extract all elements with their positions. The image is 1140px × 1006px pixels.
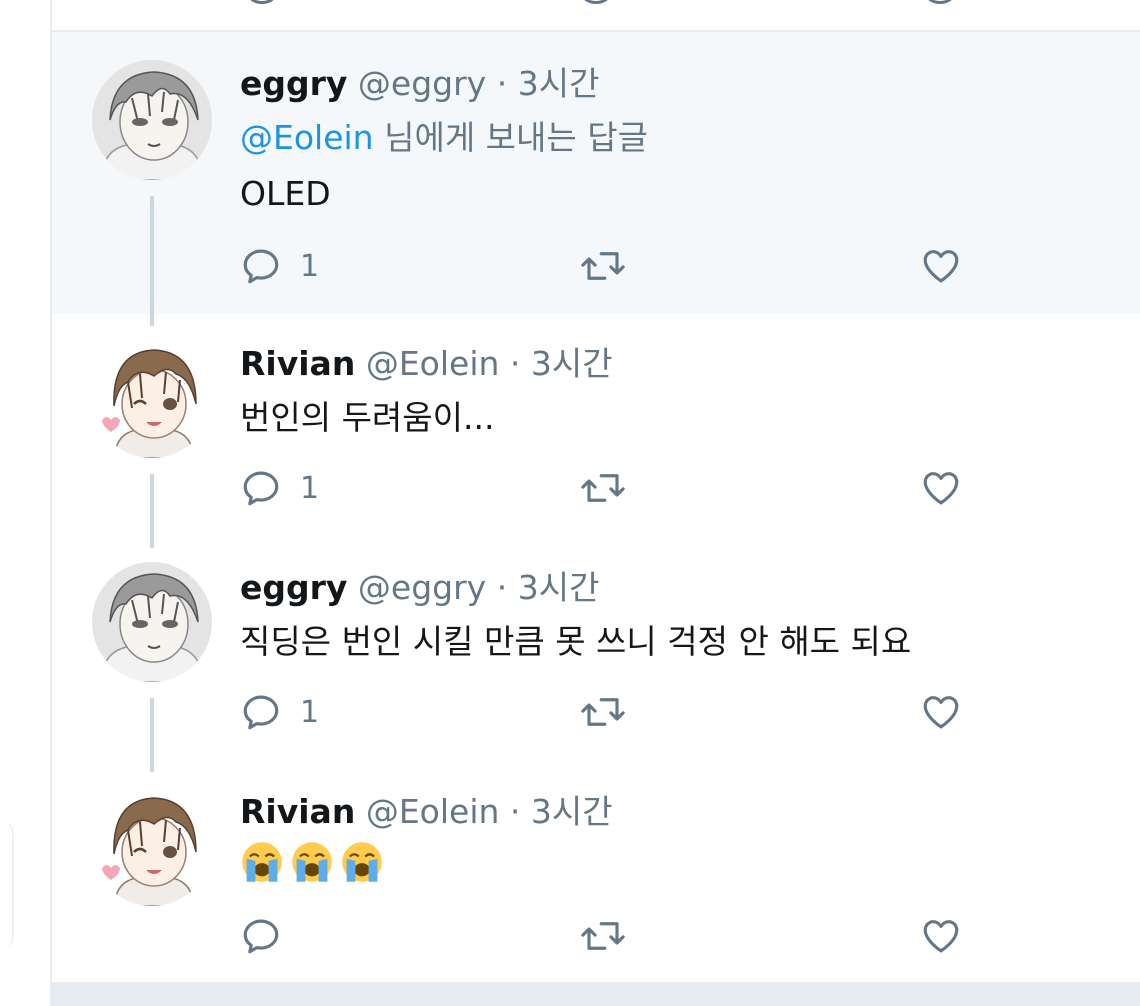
display-name[interactable]: eggry [240,568,347,607]
tweet-header: Rivian @Eolein · 3시간 [240,344,613,384]
tweet-text: OLED [240,174,331,213]
thread-line [150,474,154,548]
reply-count: 1 [300,248,320,284]
display-name[interactable]: Rivian [240,344,355,383]
reply-count: 1 [300,470,320,506]
reply-to-label: 님에게 보내는 답글 [373,118,648,157]
tweet-1[interactable]: eggry @eggry · 3시간 @Eolein 님에게 보내는 답글 OL… [52,32,1140,324]
separator-dot: · [496,64,508,103]
separator-dot: · [509,792,521,831]
left-panel-edge [0,820,14,950]
like-button[interactable] [920,912,962,960]
brown-haired-character-avatar [92,786,212,906]
display-name[interactable]: eggry [240,64,347,103]
heart-icon [923,250,959,283]
timeline-bottom-divider [52,982,1140,1006]
retweet-icon [581,922,625,950]
user-handle[interactable]: @eggry [358,568,486,607]
grey-haired-character-avatar [92,562,212,682]
retweet-button[interactable] [580,688,626,736]
previous-tweet-actions-partial [52,0,1140,32]
reply-button[interactable] [240,912,300,960]
timestamp[interactable]: 3시간 [518,64,600,103]
display-name[interactable]: Rivian [240,792,355,831]
grey-haired-character-avatar [92,60,212,180]
timestamp[interactable]: 3시간 [531,344,613,383]
user-handle[interactable]: @eggry [358,64,486,103]
retweet-icon [581,252,625,280]
retweet-icon [581,698,625,726]
tweet-2[interactable]: Rivian @Eolein · 3시간 번인의 두려움이... 1 [52,314,1140,548]
reply-icon [243,249,279,284]
tweet-3[interactable]: eggry @eggry · 3시간 직딩은 번인 시킬 만큼 못 쓰니 걱정 … [52,538,1140,772]
retweet-button[interactable] [580,464,626,512]
heart-icon-partial [926,0,954,4]
heart-icon [923,920,959,953]
brown-haired-character-avatar [92,338,212,458]
thread-line [150,196,154,324]
user-handle[interactable]: @Eolein [366,344,500,383]
timeline-column: eggry @eggry · 3시간 @Eolein 님에게 보내는 답글 OL… [50,0,1140,1006]
like-button[interactable] [920,242,962,290]
reply-icon-partial [248,0,276,4]
reply-count: 1 [300,694,320,730]
reply-context: @Eolein 님에게 보내는 답글 [240,118,648,158]
user-handle[interactable]: @Eolein [366,792,500,831]
tweet-actions: 1 [240,242,1000,290]
timestamp[interactable]: 3시간 [518,568,600,607]
tweet-actions: 1 [240,464,1000,512]
retweet-button[interactable] [580,912,626,960]
heart-icon [923,696,959,729]
mention-link[interactable]: @Eolein [240,118,374,157]
left-gutter [0,0,50,1006]
loudly-crying-face-icon [292,842,332,882]
tweet-text: 번인의 두려움이... [240,398,495,437]
tweet-text [240,840,390,884]
tweet-header: eggry @eggry · 3시간 [240,568,599,608]
reply-button[interactable]: 1 [240,688,319,736]
retweet-icon-partial [582,0,610,4]
tweet-actions [240,912,1000,960]
tweet-header: eggry @eggry · 3시간 [240,64,599,104]
avatar[interactable] [92,786,212,906]
tweet-4[interactable]: Rivian @Eolein · 3시간 [52,762,1140,982]
retweet-icon [581,474,625,502]
retweet-button[interactable] [580,242,626,290]
timestamp[interactable]: 3시간 [531,792,613,831]
reply-icon [243,695,279,730]
like-button[interactable] [920,464,962,512]
thread-line [150,762,154,772]
reply-button[interactable]: 1 [240,242,319,290]
tweet-header: Rivian @Eolein · 3시간 [240,792,613,832]
loudly-crying-face-icon [242,842,282,882]
reply-button[interactable]: 1 [240,464,319,512]
reply-icon [243,471,279,506]
avatar[interactable] [92,60,212,180]
separator-dot: · [496,568,508,607]
avatar[interactable] [92,562,212,682]
tweet-text: 직딩은 번인 시킬 만큼 못 쓰니 걱정 안 해도 되요 [240,622,912,661]
avatar[interactable] [92,338,212,458]
thread-line [150,314,154,326]
thread-line [150,698,154,772]
like-button[interactable] [920,688,962,736]
separator-dot: · [509,344,521,383]
heart-icon [923,472,959,505]
tweet-actions: 1 [240,688,1000,736]
loudly-crying-face-icon [342,842,382,882]
reply-icon [243,919,279,954]
